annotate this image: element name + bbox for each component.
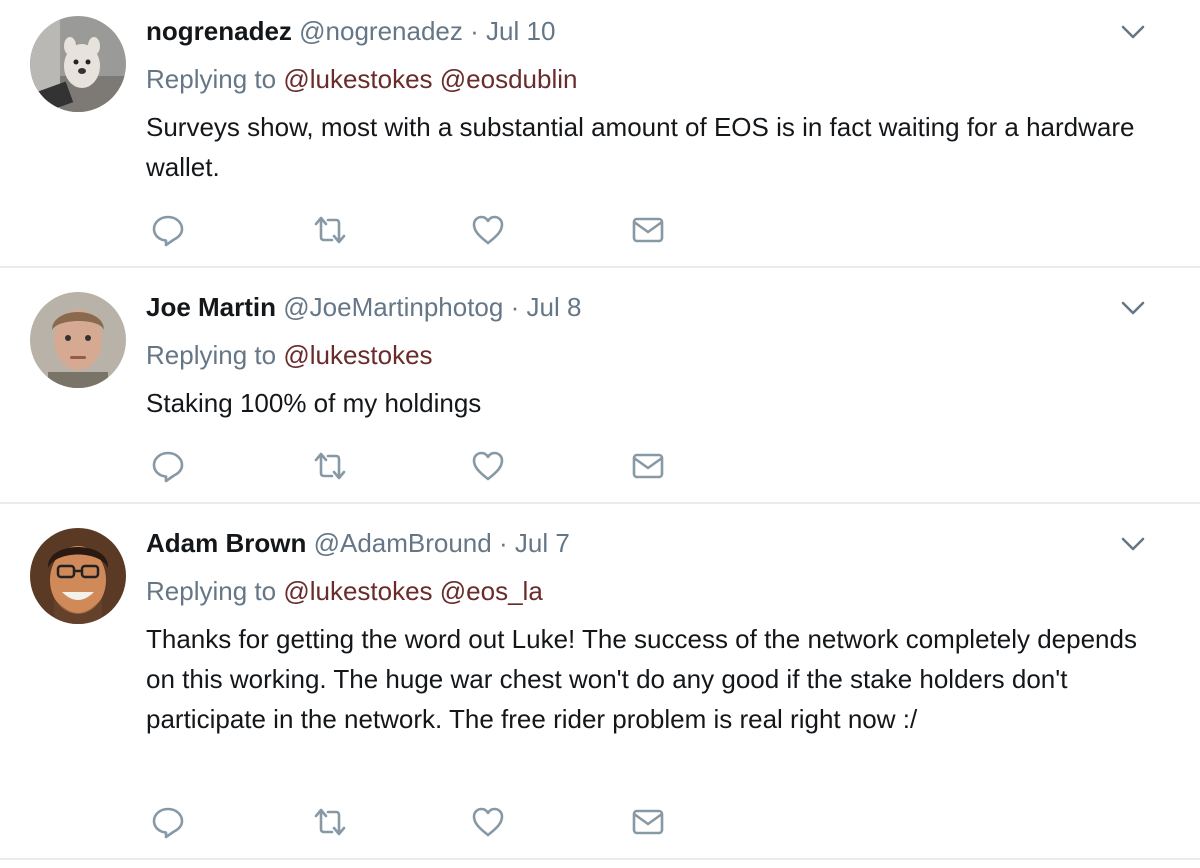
retweet-button[interactable] — [310, 212, 350, 248]
retweet-icon — [314, 216, 346, 244]
tweet[interactable]: nogrenadez @nogrenadez · Jul 10 Replying… — [0, 0, 1200, 268]
heart-icon — [472, 451, 504, 481]
avatar[interactable] — [30, 292, 126, 388]
tweet-actions — [150, 448, 710, 484]
tweet-date[interactable]: Jul 10 — [486, 16, 555, 46]
reply-button[interactable] — [150, 448, 190, 484]
tweet[interactable]: Joe Martin @JoeMartinphotog · Jul 8 Repl… — [0, 268, 1200, 504]
tweet-text: Thanks for getting the word out Luke! Th… — [146, 624, 1137, 734]
direct-message-button[interactable] — [630, 212, 670, 248]
replying-to-label: Replying to — [146, 576, 277, 606]
direct-message-button[interactable] — [630, 804, 670, 840]
tweet-feed: nogrenadez @nogrenadez · Jul 10 Replying… — [0, 0, 1200, 868]
retweet-button[interactable] — [310, 448, 350, 484]
mention-link[interactable]: @lukestokes — [283, 576, 432, 606]
chevron-down-icon[interactable] — [1118, 532, 1148, 556]
retweet-icon — [314, 452, 346, 480]
reply-icon — [152, 451, 184, 483]
tweet-header: Adam Brown @AdamBround · Jul 7 — [146, 527, 570, 559]
direct-message-button[interactable] — [630, 448, 670, 484]
tweet-date[interactable]: Jul 8 — [526, 292, 581, 322]
tweet-header: nogrenadez @nogrenadez · Jul 10 — [146, 15, 555, 47]
tweet-date[interactable]: Jul 7 — [515, 528, 570, 558]
heart-icon — [472, 215, 504, 245]
reply-button[interactable] — [150, 804, 190, 840]
mention-link[interactable]: @eosdublin — [440, 64, 578, 94]
tweet-header: Joe Martin @JoeMartinphotog · Jul 8 — [146, 291, 581, 323]
tweet-actions — [150, 804, 710, 840]
mention-link[interactable]: @eos_la — [440, 576, 543, 606]
replying-to: Replying to @lukestokes @eos_la — [146, 575, 543, 607]
tweet-text: Surveys show, most with a substantial am… — [146, 112, 1135, 182]
tweet-actions — [150, 212, 710, 248]
replying-to-label: Replying to — [146, 64, 277, 94]
tweet-text: Staking 100% of my holdings — [146, 388, 482, 418]
heart-icon — [472, 807, 504, 837]
reply-icon — [152, 215, 184, 247]
avatar[interactable] — [30, 16, 126, 112]
like-button[interactable] — [470, 804, 510, 840]
separator-dot: · — [498, 528, 508, 558]
mention-link[interactable]: @lukestokes — [283, 64, 432, 94]
retweet-icon — [314, 808, 346, 836]
mention-link[interactable]: @lukestokes — [283, 340, 432, 370]
replying-to: Replying to @lukestokes — [146, 339, 433, 371]
retweet-button[interactable] — [310, 804, 350, 840]
separator-dot: · — [470, 16, 479, 46]
chevron-down-icon[interactable] — [1118, 20, 1148, 44]
display-name[interactable]: Adam Brown — [146, 528, 306, 558]
chevron-down-icon[interactable] — [1118, 296, 1148, 320]
avatar[interactable] — [30, 528, 126, 624]
envelope-icon — [632, 453, 664, 479]
separator-dot: · — [510, 292, 520, 322]
reply-button[interactable] — [150, 212, 190, 248]
like-button[interactable] — [470, 212, 510, 248]
replying-to-label: Replying to — [146, 340, 277, 370]
user-handle[interactable]: @JoeMartinphotog — [283, 292, 503, 322]
tweet[interactable]: Adam Brown @AdamBround · Jul 7 Replying … — [0, 504, 1200, 860]
reply-icon — [152, 807, 184, 839]
replying-to: Replying to @lukestokes @eosdublin — [146, 63, 578, 95]
envelope-icon — [632, 217, 664, 243]
user-handle[interactable]: @nogrenadez — [299, 16, 463, 46]
display-name[interactable]: Joe Martin — [146, 292, 276, 322]
like-button[interactable] — [470, 448, 510, 484]
user-handle[interactable]: @AdamBround — [314, 528, 492, 558]
display-name[interactable]: nogrenadez — [146, 16, 292, 46]
envelope-icon — [632, 809, 664, 835]
